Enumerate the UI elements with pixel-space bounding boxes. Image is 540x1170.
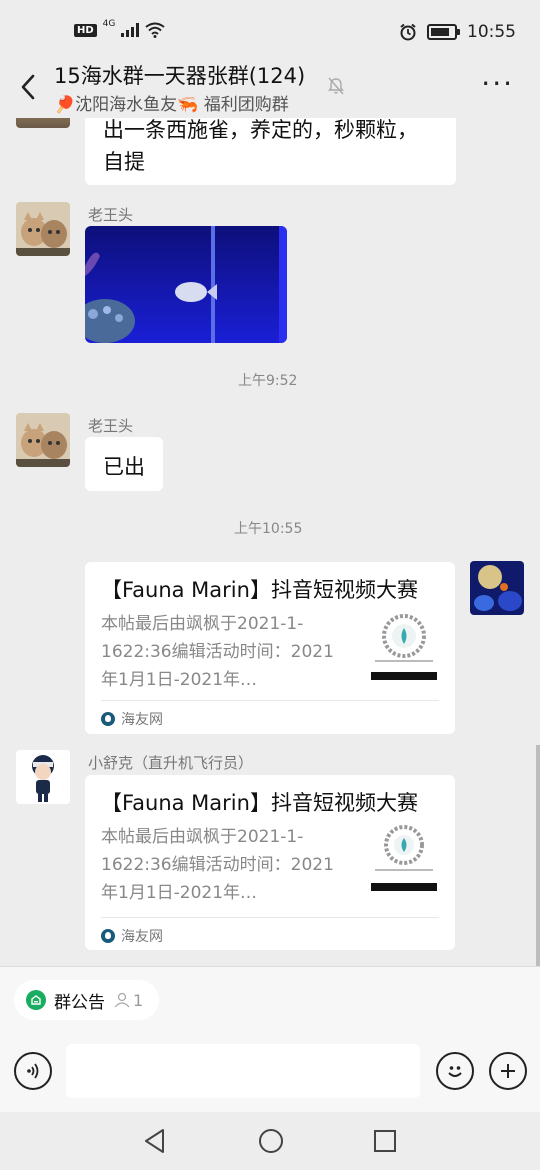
announcement-label: 群公告 [54, 992, 105, 1013]
group-announcement-button[interactable]: 群公告 1 [14, 980, 160, 1020]
timestamp: 上午10:55 [234, 521, 303, 537]
avatar[interactable] [16, 413, 70, 467]
announcement-count: 1 [133, 990, 144, 1010]
link-card-source-name: 海友网 [121, 712, 163, 728]
back-arrow-icon[interactable] [14, 70, 42, 104]
status-bar: HD 4G 10:55 [0, 0, 540, 62]
clock: 10:55 [467, 22, 516, 42]
link-card-source: 海友网 [101, 926, 163, 946]
link-card-source-name: 海友网 [121, 929, 163, 945]
self-avatar[interactable] [470, 561, 524, 615]
wifi-icon [145, 22, 165, 38]
coral-avatar-image [470, 561, 524, 615]
nav-home-icon[interactable] [257, 1127, 285, 1155]
scrollbar[interactable] [536, 745, 540, 967]
link-card-thumbnail [369, 608, 439, 682]
link-card-divider [101, 700, 439, 701]
more-icon[interactable]: ··· [481, 70, 514, 98]
avatar[interactable] [16, 750, 70, 804]
chat-subtitle: 🏓沈阳海水鱼友🦐 福利团购群 [54, 95, 289, 115]
message-text-line: 出一条西施雀，养定的，秒颗粒， [103, 118, 418, 142]
image-message[interactable] [85, 226, 287, 343]
status-left: HD 4G [74, 19, 165, 38]
voice-icon[interactable] [14, 1052, 52, 1090]
cat-avatar-image [16, 202, 70, 256]
sender-name: 老王头 [88, 206, 134, 224]
plus-icon[interactable] [489, 1052, 527, 1090]
link-card-source: 海友网 [101, 709, 163, 729]
avatar[interactable] [16, 202, 70, 256]
cat-avatar-image [16, 413, 70, 467]
link-card-description: 本帖最后由飒枫于2021-1-1622:36编辑活动时间：2021年1月1日-2… [101, 827, 334, 903]
person-icon [114, 992, 130, 1008]
announcement-read-count: 1 [113, 991, 143, 1010]
signal-icon [121, 23, 140, 37]
system-nav-bar [0, 1112, 540, 1170]
alarm-icon [400, 23, 416, 41]
message-text-line: 自提 [103, 150, 145, 174]
source-logo-icon [101, 929, 115, 943]
bell-muted-icon [328, 77, 344, 95]
chat-title[interactable]: 15海水群一天器张群(124) [54, 60, 305, 90]
nav-recents-icon[interactable] [372, 1128, 398, 1154]
link-card-description: 本帖最后由飒枫于2021-1-1622:36编辑活动时间：2021年1月1日-2… [101, 614, 334, 690]
announcement-icon [26, 990, 46, 1010]
fish-tank-photo [85, 226, 287, 343]
link-card-title: 【Fauna Marin】抖音短视频大赛 [101, 791, 418, 815]
source-logo-icon [101, 712, 115, 726]
sender-name: 小舒克（直升机飞行员） [88, 754, 254, 772]
message-input[interactable] [66, 1044, 420, 1098]
pilot-avatar-image [16, 750, 70, 804]
network-type: 4G [102, 19, 116, 29]
battery-icon [427, 24, 460, 40]
emoji-icon[interactable] [436, 1052, 474, 1090]
link-card-thumbnail [369, 821, 439, 895]
hd-badge: HD [74, 23, 97, 37]
input-bar [0, 1030, 540, 1112]
link-card-divider [101, 917, 439, 918]
status-right: 10:55 [399, 22, 516, 42]
message-text: 已出 [103, 455, 145, 479]
text-message-bubble[interactable]: 已出 [85, 437, 163, 491]
link-card-title: 【Fauna Marin】抖音短视频大赛 [101, 578, 418, 602]
sender-name: 老王头 [88, 417, 134, 435]
timestamp: 上午9:52 [238, 373, 298, 389]
link-card[interactable]: 【Fauna Marin】抖音短视频大赛 本帖最后由飒枫于2021-1-1622… [85, 562, 455, 734]
chat-header: 15海水群一天器张群(124) 🏓沈阳海水鱼友🦐 福利团购群 ··· [0, 58, 540, 118]
link-card[interactable]: 【Fauna Marin】抖音短视频大赛 本帖最后由飒枫于2021-1-1622… [85, 775, 455, 950]
nav-back-icon[interactable] [142, 1127, 168, 1155]
